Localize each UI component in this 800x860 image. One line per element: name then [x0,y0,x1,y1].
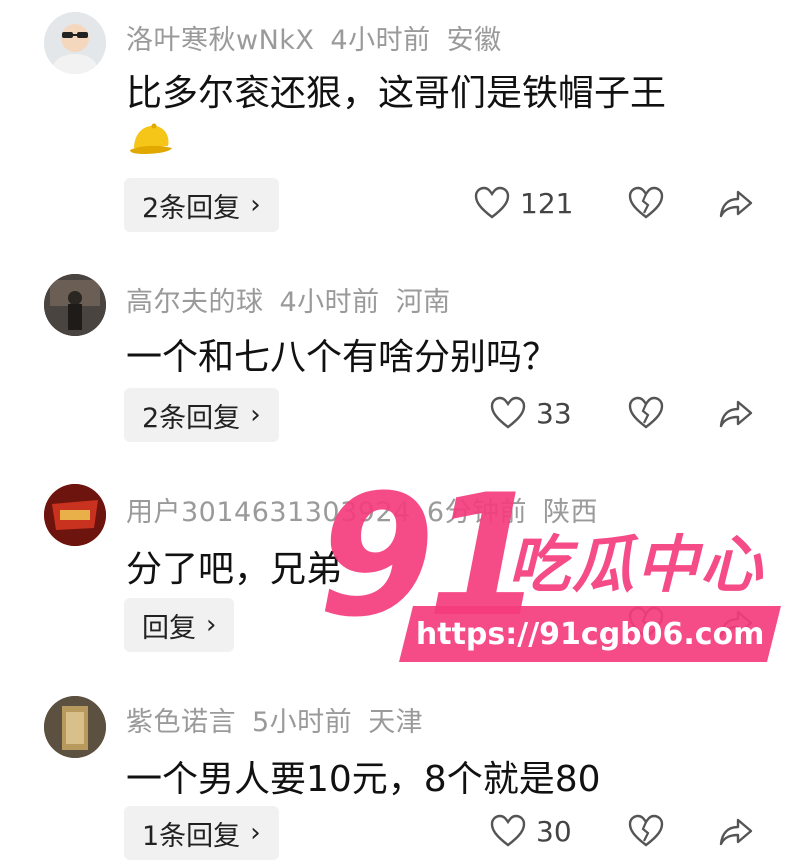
like-count: 121 [520,186,574,220]
comment-meta: 洛叶寒秋wNkX 4小时前 安徽 [126,18,518,57]
like-button[interactable]: 30 [490,814,572,848]
avatar-photo-icon [44,274,106,336]
heart-icon [490,814,526,848]
broken-heart-icon [628,396,664,430]
avatar-red-icon [44,484,106,546]
view-replies-button[interactable]: 1条回复 › [124,806,279,860]
share-button[interactable] [718,608,754,640]
chevron-right-icon: › [250,818,261,848]
comment-text: 一个男人要10元，8个就是80 [126,759,601,800]
like-button[interactable]: 121 [474,186,573,220]
dislike-button[interactable] [628,186,664,220]
share-button[interactable] [718,398,754,430]
heart-icon [474,186,510,220]
share-arrow-icon [718,188,754,220]
share-button[interactable] [718,188,754,220]
reply-label: 回复 [142,612,196,644]
location: 河南 [395,287,451,318]
timestamp: 5小时前 [252,707,353,738]
broken-heart-icon [628,186,664,220]
username[interactable]: 紫色诺言 [126,707,236,738]
watermark-text: 吃瓜中心 [508,528,765,601]
username[interactable]: 洛叶寒秋wNkX [126,25,314,56]
dislike-button[interactable] [628,814,664,848]
comment-text: 比多尔衮还狠，这哥们是铁帽子王 [126,73,667,114]
avatar-cartoon-icon [44,12,106,74]
view-replies-button[interactable]: 2条回复 › [124,178,279,232]
avatar[interactable] [44,696,106,758]
chevron-right-icon: › [206,610,217,640]
comment-meta: 用户3014631303924 6分钟前 陕西 [126,490,614,529]
broken-heart-icon [628,814,664,848]
timestamp: 4小时前 [330,25,431,56]
reply-label: 1条回复 [142,820,241,852]
timestamp: 6分钟前 [426,497,528,528]
chevron-right-icon: › [250,190,261,220]
broken-heart-icon [628,606,664,640]
share-arrow-icon [718,398,754,430]
timestamp: 4小时前 [279,287,380,318]
chevron-right-icon: › [250,400,261,430]
like-count: 30 [536,814,572,848]
dislike-button[interactable] [628,606,664,640]
avatar-photo-icon [44,696,106,758]
heart-icon [490,396,526,430]
avatar[interactable] [44,484,106,546]
dislike-button[interactable] [628,396,664,430]
location: 陕西 [543,497,599,528]
avatar[interactable] [44,274,106,336]
reply-button[interactable]: 回复 › [124,598,235,652]
location: 天津 [368,707,424,738]
share-button[interactable] [718,816,754,848]
comment-meta: 紫色诺言 5小时前 天津 [126,700,439,739]
username[interactable]: 用户3014631303924 [126,497,411,528]
view-replies-button[interactable]: 2条回复 › [124,388,279,442]
share-arrow-icon [718,608,754,640]
reply-label: 2条回复 [142,192,241,224]
cap-emoji-icon [126,120,174,164]
like-count: 33 [536,396,572,430]
comment-meta: 高尔夫的球 4小时前 河南 [126,280,467,319]
username[interactable]: 高尔夫的球 [126,287,264,318]
location: 安徽 [446,25,502,56]
watermark-url: https://91cgb06.com [415,616,765,652]
like-button[interactable]: 33 [490,396,572,430]
share-arrow-icon [718,816,754,848]
comment-text: 分了吧，兄弟 [126,549,343,590]
avatar[interactable] [44,12,106,74]
reply-label: 2条回复 [142,402,241,434]
comment-text: 一个和七八个有啥分别吗？ [126,337,559,378]
